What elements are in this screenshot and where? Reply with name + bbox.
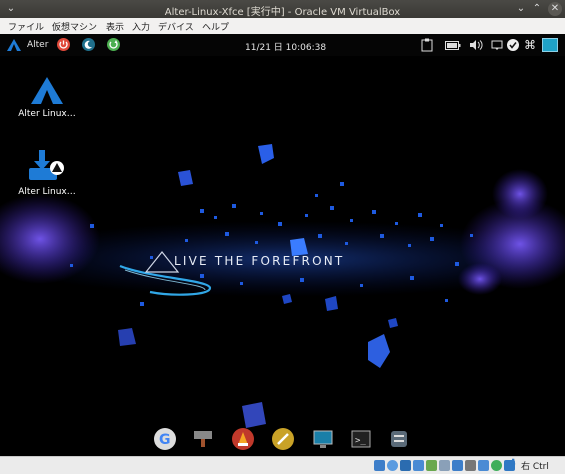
package-manager-icon[interactable] <box>192 428 214 450</box>
maximize-icon[interactable]: ⌃ <box>530 2 544 16</box>
optical-drive-icon[interactable] <box>387 460 398 471</box>
desktop-icon-alter-installer[interactable]: Alter Linux… <box>12 150 82 197</box>
audio-icon[interactable] <box>400 460 411 471</box>
shared-folders-icon[interactable] <box>439 460 450 471</box>
vm-screen[interactable]: LIVE THE FOREFRONT Alter 11/21 日 10:06:3… <box>0 34 565 456</box>
menu-machine[interactable]: 仮想マシン <box>52 20 97 33</box>
alter-menu-icon[interactable] <box>7 39 21 51</box>
vbox-menu-bar: ファイル 仮想マシン 表示 入力 デバイス ヘルプ <box>0 18 565 34</box>
media-player-icon[interactable] <box>232 428 254 450</box>
display-icon[interactable] <box>452 460 463 471</box>
google-chrome-icon[interactable]: G <box>154 428 176 450</box>
desktop-icon-label: Alter Linux… <box>18 109 76 119</box>
alter-installer-icon <box>29 150 64 180</box>
notification-icon[interactable] <box>491 40 503 51</box>
status-check-icon[interactable] <box>507 39 519 51</box>
app-menu-label[interactable]: Alter <box>27 40 48 50</box>
menu-file[interactable]: ファイル <box>8 20 44 33</box>
power-icon[interactable] <box>57 38 70 51</box>
dock: G >_ <box>150 426 420 454</box>
volume-icon[interactable] <box>469 39 483 51</box>
minimize-icon[interactable]: ⌄ <box>514 2 528 16</box>
host-key-label[interactable]: 右 Ctrl <box>521 459 549 472</box>
vbox-status-bar: ⬇ 右 Ctrl <box>0 456 565 474</box>
svg-text:G: G <box>159 432 171 448</box>
hard-disk-icon[interactable] <box>374 460 385 471</box>
svg-text:>_: >_ <box>355 436 366 446</box>
sleep-icon[interactable] <box>82 38 95 51</box>
top-panel: Alter 11/21 日 10:06:38 ⌘ <box>0 34 565 56</box>
window-title: Alter-Linux-Xfce [実行中] - Oracle VM Virtu… <box>164 7 401 18</box>
display-settings-icon[interactable] <box>312 428 334 450</box>
alter-logo-icon <box>31 77 63 104</box>
network-icon[interactable] <box>413 460 424 471</box>
text-editor-icon[interactable] <box>272 428 294 450</box>
host-key-arrow-icon: ⬇ <box>509 458 518 469</box>
command-key-icon[interactable]: ⌘ <box>524 38 536 52</box>
recording-icon[interactable] <box>465 460 476 471</box>
clipboard-icon[interactable] <box>421 38 433 52</box>
host-title-bar: ⌄ Alter-Linux-Xfce [実行中] - Oracle VM Vir… <box>0 0 565 18</box>
menu-view[interactable]: 表示 <box>106 20 124 33</box>
guest-additions-icon[interactable] <box>491 460 502 471</box>
terminal-icon[interactable]: >_ <box>350 428 372 450</box>
panel-clock[interactable]: 11/21 日 10:06:38 <box>245 40 326 53</box>
menu-help[interactable]: ヘルプ <box>202 20 229 33</box>
desktop-icon-label: Alter Linux… <box>18 187 76 197</box>
close-icon[interactable]: ✕ <box>548 2 562 16</box>
usb-icon[interactable] <box>426 460 437 471</box>
wallpaper: LIVE THE FOREFRONT <box>0 144 565 428</box>
wallpaper-slogan: LIVE THE FOREFRONT <box>174 254 344 268</box>
show-desktop-icon[interactable] <box>542 38 558 52</box>
system-settings-icon[interactable] <box>388 428 410 450</box>
restart-icon[interactable] <box>107 38 120 51</box>
cpu-icon[interactable] <box>478 460 489 471</box>
desktop-icon-alter-linux[interactable]: Alter Linux… <box>12 76 82 119</box>
menu-devices[interactable]: デバイス <box>158 20 194 33</box>
menu-input[interactable]: 入力 <box>132 20 150 33</box>
battery-icon[interactable] <box>445 41 461 50</box>
